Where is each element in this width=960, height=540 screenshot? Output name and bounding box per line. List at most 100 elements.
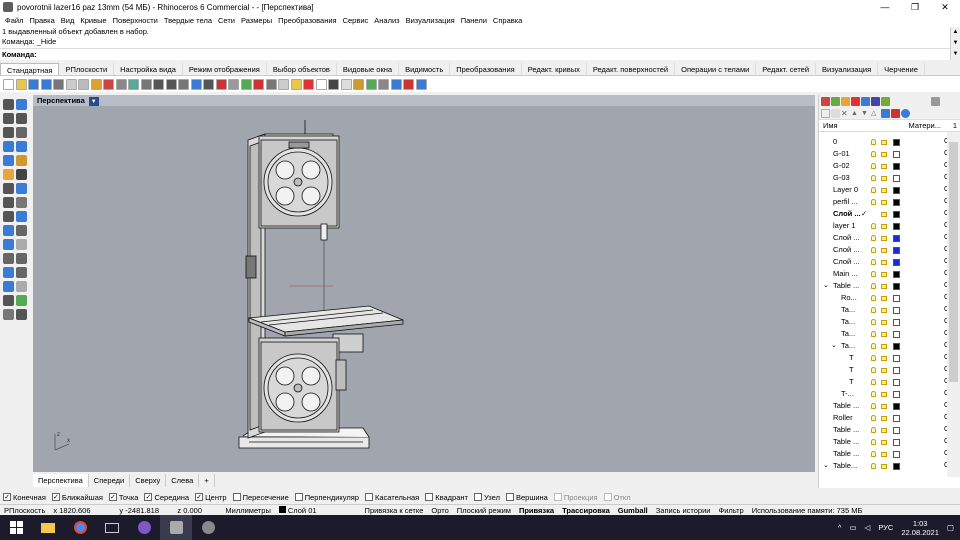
visibility-bulb-icon[interactable]: [871, 379, 876, 385]
osnap-checkbox[interactable]: [364, 493, 373, 501]
layer-row[interactable]: Ta...C: [819, 304, 949, 316]
left-tool-28-icon[interactable]: [16, 281, 27, 292]
lock-icon[interactable]: [881, 296, 887, 301]
left-tool-19-icon[interactable]: [3, 225, 14, 236]
osnap-Центр[interactable]: ✓ Центр: [195, 493, 227, 502]
lock-icon[interactable]: [881, 284, 887, 289]
left-tool-27-icon[interactable]: [3, 281, 14, 292]
lock-icon[interactable]: [881, 200, 887, 205]
lock-icon[interactable]: [881, 404, 887, 409]
lock-tool-icon[interactable]: [378, 78, 389, 90]
layer-name[interactable]: layer 1: [833, 220, 869, 232]
osnap-checkbox[interactable]: [603, 493, 612, 501]
start-icon[interactable]: [0, 515, 32, 540]
lock-icon[interactable]: [881, 140, 887, 145]
lock-icon[interactable]: [881, 452, 887, 457]
wire-tool-icon[interactable]: [203, 78, 214, 90]
left-tool-29-icon[interactable]: [3, 295, 14, 306]
tab-solid-tools[interactable]: Операции с телами: [675, 63, 757, 75]
grid-tool-icon[interactable]: [215, 78, 227, 90]
layer-name[interactable]: Table ...: [833, 436, 869, 448]
move-up-icon[interactable]: ▲: [851, 109, 860, 118]
layer-row[interactable]: TC: [819, 364, 949, 376]
left-tool-11-icon[interactable]: [3, 169, 14, 180]
status-history[interactable]: Запись истории: [652, 506, 715, 515]
status-ortho[interactable]: Орто: [427, 506, 452, 515]
tab-display[interactable]: Режим отображения: [183, 63, 267, 75]
point-tool-icon[interactable]: [315, 78, 327, 90]
left-tool-21-icon[interactable]: [3, 239, 14, 250]
dim-tool-icon[interactable]: [340, 78, 352, 90]
layer-name[interactable]: perfil ...: [833, 196, 869, 208]
layer-color-swatch[interactable]: [893, 391, 900, 398]
network-icon[interactable]: ▭: [849, 523, 856, 532]
osnap-checkbox[interactable]: ✓: [51, 493, 60, 501]
hide-tool-icon[interactable]: [353, 78, 364, 90]
properties-tab-icon[interactable]: [821, 96, 830, 106]
col-material[interactable]: Матери...: [901, 120, 941, 131]
layer-color-swatch[interactable]: [893, 283, 900, 290]
vptab-top[interactable]: Сверху: [130, 474, 167, 487]
osnap-Откл[interactable]: Откл: [603, 493, 631, 502]
left-tool-32-icon[interactable]: [16, 309, 27, 320]
zoom-selected-tool-icon[interactable]: [190, 78, 202, 90]
lock-icon[interactable]: [881, 164, 887, 169]
tab-render-tools[interactable]: Визуализация: [816, 63, 879, 75]
layer-row[interactable]: Table ...C: [819, 424, 949, 436]
close-button[interactable]: ✕: [930, 0, 960, 14]
layer-row[interactable]: Layer 0C: [819, 184, 949, 196]
osnap-checkbox[interactable]: ✓: [195, 493, 204, 501]
osnap-checkbox[interactable]: ✓: [108, 493, 117, 501]
menu-analyze[interactable]: Анализ: [371, 16, 402, 25]
status-grid-snap[interactable]: Привязка к сетке: [361, 506, 428, 515]
vptab-front[interactable]: Спереди: [89, 474, 131, 487]
volume-icon[interactable]: ◁: [865, 523, 871, 532]
status-cplane[interactable]: РПлоскость: [0, 506, 49, 515]
layer-row[interactable]: TC: [819, 376, 949, 388]
pan-tool-icon[interactable]: [128, 78, 139, 90]
visibility-bulb-icon[interactable]: [871, 331, 876, 337]
layer-name[interactable]: G-03: [833, 172, 869, 184]
layer-name[interactable]: Table ...: [833, 400, 869, 412]
lock-icon[interactable]: [881, 380, 887, 385]
layer-color-swatch[interactable]: [893, 211, 900, 218]
open-tool-icon[interactable]: [15, 78, 27, 90]
left-tool-31-icon[interactable]: [3, 309, 14, 320]
layer-color-swatch[interactable]: [893, 307, 900, 314]
layer-color-swatch[interactable]: [893, 199, 900, 206]
print-tool-icon[interactable]: [40, 78, 52, 90]
status-osnap[interactable]: Привязка: [515, 506, 558, 515]
select-tool-icon[interactable]: [303, 78, 314, 90]
osnap-checkbox[interactable]: [505, 493, 514, 501]
left-tool-3-icon[interactable]: [3, 113, 14, 124]
layer-row[interactable]: Table ...C: [819, 436, 949, 448]
cut-tool-icon[interactable]: [65, 78, 77, 90]
osnap-Узел[interactable]: Узел: [473, 493, 500, 502]
layer-row[interactable]: ⌄Table ...C: [819, 280, 949, 292]
environment-tab-icon[interactable]: [861, 96, 870, 106]
expand-chevron-icon[interactable]: ⌄: [823, 460, 829, 472]
visibility-bulb-icon[interactable]: [871, 391, 876, 397]
layer-color-swatch[interactable]: [893, 187, 900, 194]
status-gumball[interactable]: Gumball: [614, 506, 652, 515]
tab-transform[interactable]: Преобразования: [450, 63, 522, 75]
menu-surfaces[interactable]: Поверхности: [110, 16, 161, 25]
tab-select[interactable]: Выбор объектов: [267, 63, 337, 75]
lock-icon[interactable]: [881, 308, 887, 313]
lock-icon[interactable]: [881, 332, 887, 337]
add-viewport-button[interactable]: +: [199, 474, 215, 487]
layer-name[interactable]: Ta...: [841, 328, 873, 340]
osnap-Касательная[interactable]: Касательная: [364, 493, 419, 502]
osnap-checkbox[interactable]: ✓: [3, 493, 11, 501]
left-tool-15-icon[interactable]: [3, 197, 14, 208]
layer-name[interactable]: Main ...: [833, 268, 869, 280]
layer-name[interactable]: Ta...: [841, 316, 873, 328]
panel-settings-icon[interactable]: [931, 96, 940, 106]
layer-name[interactable]: Слой ...: [833, 244, 869, 256]
lock-icon[interactable]: [881, 272, 887, 277]
visibility-bulb-icon[interactable]: [871, 271, 876, 277]
col-name[interactable]: Имя: [819, 120, 901, 131]
rhino-task-icon[interactable]: [160, 515, 192, 540]
layer-name[interactable]: Layer 0: [833, 184, 869, 196]
rotate-tool-icon[interactable]: [140, 78, 152, 90]
